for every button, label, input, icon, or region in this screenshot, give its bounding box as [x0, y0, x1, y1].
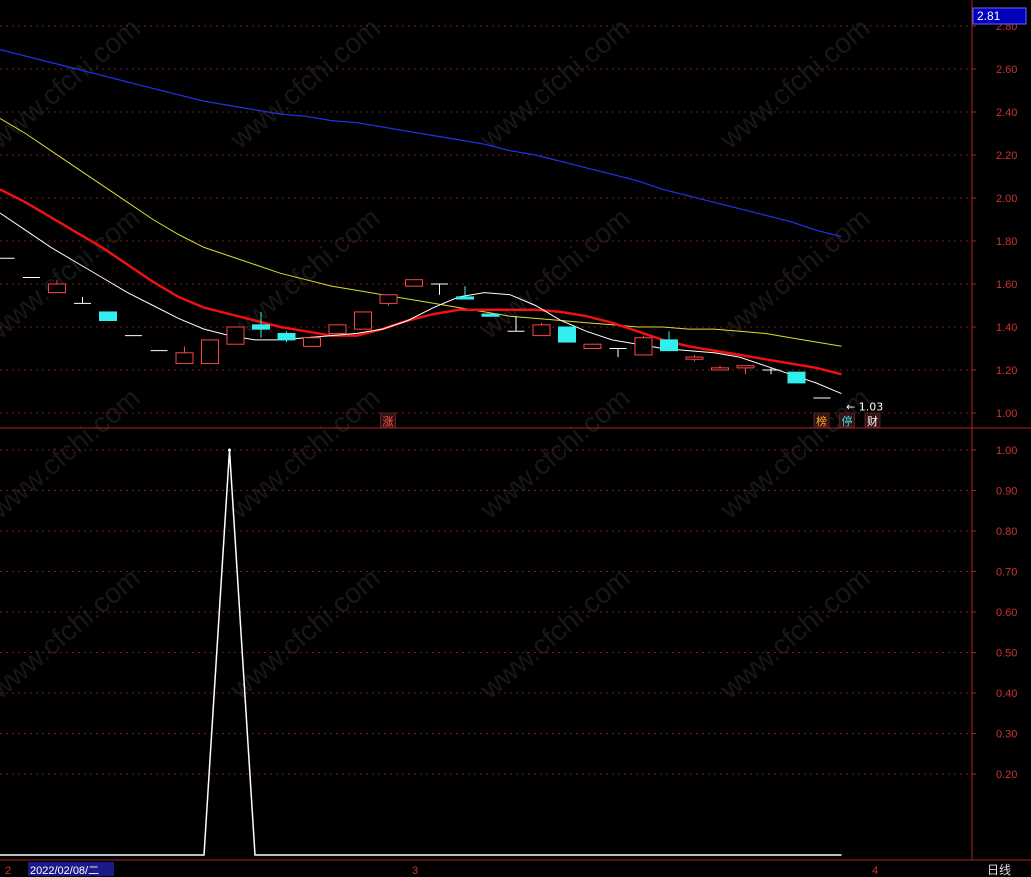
indicator-series	[0, 448, 842, 856]
badge-text-2: 停	[842, 414, 853, 428]
candle-body-29	[736, 365, 755, 369]
candle-body-9	[226, 326, 245, 345]
badge-2: 停	[839, 412, 855, 428]
candle-14	[354, 311, 372, 330]
candle-body-28	[711, 367, 729, 371]
price-tick-label-6: 1.60	[996, 279, 1017, 291]
stock-chart: www.cfchi.com www.cfchi.com www.cfchi.com w…	[0, 0, 1031, 877]
candle-8	[201, 339, 219, 365]
watermark-text-9: www.cfchi.com	[223, 382, 386, 525]
price-tag: 2.81	[977, 9, 1001, 23]
price-axis-labels: 2.802.602.402.202.001.801.601.401.201.00	[996, 21, 1017, 420]
candle-body-25	[634, 337, 653, 356]
date-label: 2022/02/08/二	[30, 865, 99, 877]
price-tick-label-3: 2.20	[996, 150, 1017, 162]
candle-16	[405, 279, 423, 287]
candle-4	[99, 311, 117, 322]
candle-22	[558, 326, 576, 343]
candle-body-19	[481, 313, 500, 317]
candle-body-31	[787, 371, 806, 384]
candle-body-10	[252, 324, 270, 330]
candle-body-11	[277, 332, 296, 341]
candle-18	[456, 286, 474, 300]
candle-3	[74, 296, 91, 304]
watermark-text-10: www.cfchi.com	[473, 382, 636, 525]
indicator-tick-label-7: 0.30	[996, 729, 1017, 741]
candle-body-21	[532, 324, 551, 337]
candle-body-15	[379, 294, 398, 304]
price-tick-label-8: 1.20	[996, 365, 1017, 377]
candle-body-18	[456, 296, 474, 300]
candle-body-4	[99, 311, 117, 322]
watermark-text-14: www.cfchi.com	[473, 562, 636, 705]
price-tick-label-4: 2.00	[996, 193, 1017, 205]
candle-15	[379, 294, 398, 306]
price-tick-label-1: 2.60	[996, 64, 1017, 76]
indicator-tick-label-6: 0.40	[996, 688, 1017, 700]
indicator-tick-label-5: 0.50	[996, 648, 1017, 660]
indicator-tick-label-4: 0.60	[996, 607, 1017, 619]
candle-11	[277, 331, 296, 343]
candle-28	[711, 365, 729, 371]
candle-21	[532, 322, 551, 337]
watermark-text-3: www.cfchi.com	[713, 12, 876, 155]
candle-17	[431, 283, 448, 295]
candle-body-26	[660, 339, 678, 352]
time-marker-1: 2	[5, 865, 11, 877]
candle-9	[226, 326, 245, 345]
watermark-text-1: www.cfchi.com	[223, 12, 386, 155]
indicator-tick-label-8: 0.20	[996, 769, 1017, 781]
indicator-axis-labels: 1.00 0.90 0.80 0.70 0.60 0.50 0.40 0.30 0.20	[996, 445, 1017, 781]
candle-31	[787, 371, 806, 384]
candle-13	[328, 324, 347, 334]
candle-body-7	[175, 352, 194, 365]
badge-text-3: 财	[867, 414, 878, 428]
candle-body-27	[685, 356, 704, 360]
candle-25	[634, 335, 653, 356]
candle-24	[609, 348, 627, 358]
candle-body-8	[201, 339, 219, 365]
candle-body-14	[354, 311, 372, 330]
candle-19	[481, 313, 500, 317]
candle-30	[762, 367, 780, 375]
indicator-tick-label-2: 0.80	[996, 526, 1017, 538]
candle-body-2	[48, 283, 66, 294]
watermark-text-4: www.cfchi.com	[0, 202, 146, 345]
candle-body-13	[328, 324, 347, 334]
time-marker-2: 3	[412, 865, 418, 877]
watermark-text-13: www.cfchi.com	[223, 562, 386, 705]
watermark-text-0: www.cfchi.com	[0, 12, 146, 155]
watermark-text-2: www.cfchi.com	[473, 12, 636, 155]
price-tick-label-9: 1.00	[996, 408, 1017, 420]
candle-body-22	[558, 326, 576, 343]
watermark-text-12: www.cfchi.com	[0, 562, 146, 705]
badge-3: 财	[864, 412, 881, 428]
badge-text-1: 榜	[816, 414, 827, 428]
badge-text-0: 涨	[383, 415, 394, 428]
indicator-peak-9	[228, 448, 231, 452]
period-label[interactable]: 日线	[987, 863, 1011, 877]
candle-7	[175, 346, 194, 365]
watermark-text-8: www.cfchi.com	[0, 382, 146, 525]
candle-body-12	[303, 337, 321, 347]
candle-23	[583, 343, 602, 350]
price-tick-label-2: 2.40	[996, 107, 1017, 119]
price-tick-label-5: 1.80	[996, 236, 1017, 248]
time-marker-3: 4	[872, 865, 878, 877]
candle-body-23	[583, 343, 602, 350]
watermark-text-15: www.cfchi.com	[713, 562, 876, 705]
candle-26	[660, 331, 678, 352]
badge-1: 榜	[813, 412, 830, 428]
low-price-marker: ← 1.03	[846, 401, 883, 414]
badge-0: 涨	[380, 412, 396, 428]
indicator-tick-label-3: 0.70	[996, 567, 1017, 579]
candle-27	[685, 354, 704, 362]
price-tick-label-7: 1.40	[996, 322, 1017, 334]
candle-body-16	[405, 279, 423, 287]
indicator-tick-label-0: 1.00	[996, 445, 1017, 457]
indicator-tick-label-1: 0.90	[996, 486, 1017, 498]
